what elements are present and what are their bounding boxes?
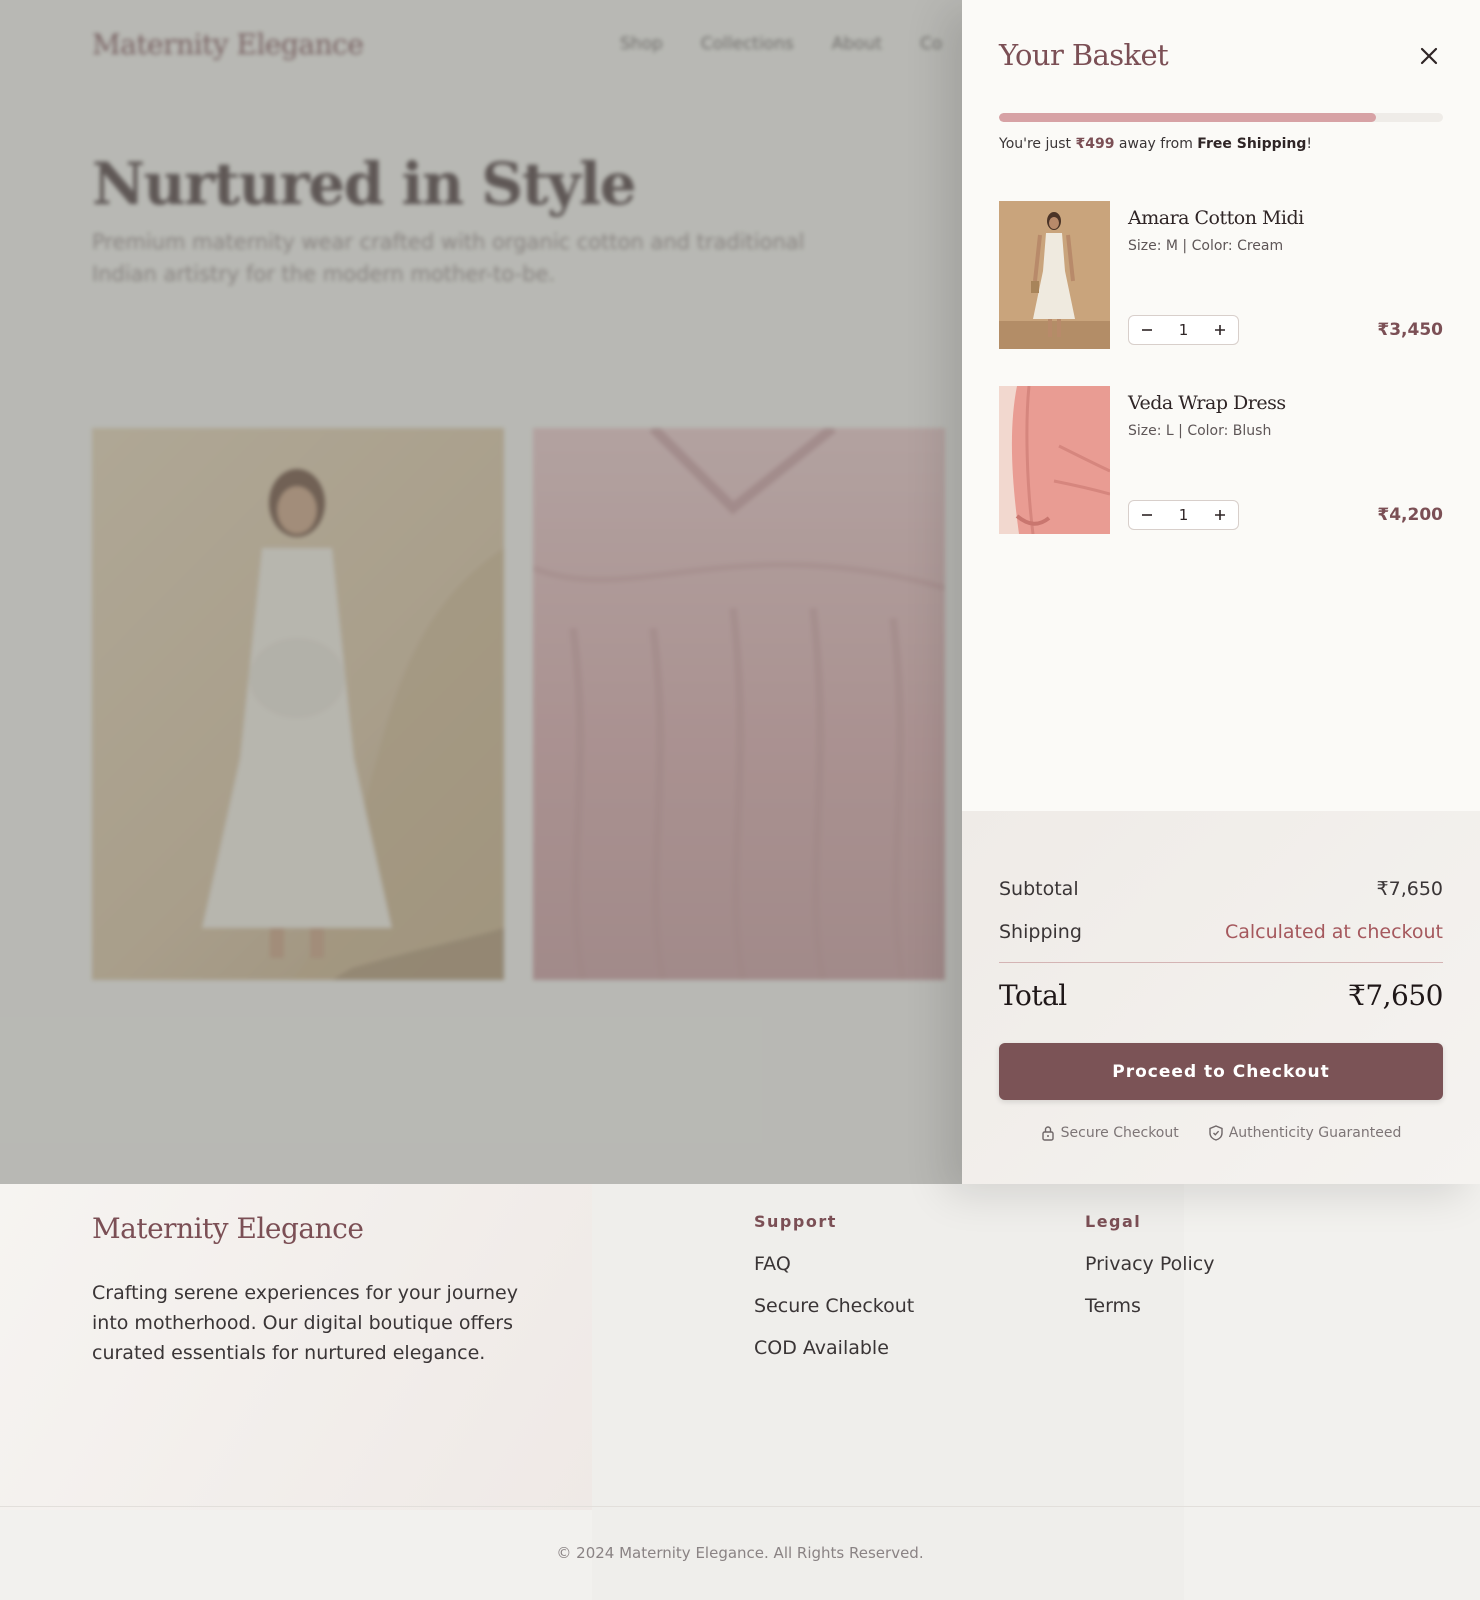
shield-check-icon	[1209, 1125, 1223, 1141]
quantity-value: 1	[1178, 321, 1189, 339]
item-name[interactable]: Amara Cotton Midi	[1128, 207, 1304, 229]
free-shipping-progress	[999, 113, 1443, 122]
subtotal-value: ₹7,650	[1376, 878, 1443, 900]
total-label: Total	[999, 979, 1067, 1012]
footer-link-privacy[interactable]: Privacy Policy	[1085, 1253, 1214, 1275]
total-row: Total ₹7,650	[999, 979, 1443, 1012]
drawer-title: Your Basket	[999, 38, 1169, 72]
shipping-msg-suffix: !	[1306, 136, 1313, 152]
subtotal-row: Subtotal ₹7,650	[999, 878, 1443, 900]
trust-authenticity: Authenticity Guaranteed	[1209, 1125, 1402, 1141]
item-thumbnail[interactable]	[999, 386, 1110, 534]
trust-badges: Secure Checkout Authenticity Guaranteed	[962, 1125, 1480, 1141]
item-thumbnail[interactable]	[999, 201, 1110, 349]
minus-icon[interactable]	[1129, 501, 1165, 529]
footer-support-column: Support FAQ Secure Checkout COD Availabl…	[754, 1212, 914, 1379]
footer-link-terms[interactable]: Terms	[1085, 1295, 1214, 1317]
quantity-stepper: 1	[1128, 500, 1239, 530]
plus-icon[interactable]	[1202, 316, 1238, 344]
footer-link-cod[interactable]: COD Available	[754, 1337, 914, 1359]
shipping-value: Calculated at checkout	[1224, 921, 1443, 943]
basket-item: Veda Wrap Dress Size: L | Color: Blush 1…	[999, 386, 1443, 534]
item-meta: Size: M | Color: Cream	[1128, 238, 1284, 254]
close-icon[interactable]	[1417, 44, 1441, 68]
basket-drawer: Your Basket You're just ₹499 away from F…	[962, 0, 1480, 1184]
footer-support-heading: Support	[754, 1212, 837, 1231]
footer-link-secure-checkout[interactable]: Secure Checkout	[754, 1295, 914, 1317]
footer-divider	[0, 1506, 1480, 1507]
footer-legal-heading: Legal	[1085, 1212, 1142, 1231]
free-shipping-message: You're just ₹499 away from Free Shipping…	[999, 136, 1312, 152]
trust-auth-label: Authenticity Guaranteed	[1228, 1125, 1402, 1141]
item-price: ₹3,450	[1377, 320, 1443, 340]
footer-brand[interactable]: Maternity Elegance	[92, 1212, 364, 1245]
footer-legal-column: Legal Privacy Policy Terms	[1085, 1212, 1214, 1337]
minus-icon[interactable]	[1129, 316, 1165, 344]
trust-secure-label: Secure Checkout	[1060, 1125, 1179, 1141]
footer-description: Crafting serene experiences for your jou…	[92, 1282, 518, 1364]
trust-secure-checkout: Secure Checkout	[1041, 1125, 1179, 1141]
shipping-msg-prefix: You're just	[999, 136, 1076, 152]
proceed-to-checkout-button[interactable]: Proceed to Checkout	[999, 1043, 1443, 1100]
total-value: ₹7,650	[1348, 979, 1443, 1012]
free-shipping-progress-fill	[999, 113, 1377, 122]
item-name[interactable]: Veda Wrap Dress	[1128, 392, 1286, 414]
quantity-value: 1	[1178, 506, 1189, 524]
quantity-stepper: 1	[1128, 315, 1239, 345]
subtotal-label: Subtotal	[999, 878, 1079, 900]
summary-divider	[999, 962, 1443, 963]
order-summary: Subtotal ₹7,650 Shipping Calculated at c…	[962, 811, 1480, 1184]
item-price: ₹4,200	[1377, 505, 1443, 525]
footer-link-faq[interactable]: FAQ	[754, 1253, 914, 1275]
shipping-msg-amount: ₹499	[1075, 136, 1115, 152]
basket-item: Amara Cotton Midi Size: M | Color: Cream…	[999, 201, 1443, 349]
site-footer: Maternity Elegance Crafting serene exper…	[0, 1184, 1480, 1600]
shipping-msg-middle: away from	[1114, 136, 1198, 152]
shipping-row: Shipping Calculated at checkout	[999, 921, 1443, 943]
plus-icon[interactable]	[1202, 501, 1238, 529]
shipping-label: Shipping	[999, 921, 1082, 943]
footer-copyright: © 2024 Maternity Elegance. All Rights Re…	[556, 1544, 924, 1562]
item-meta: Size: L | Color: Blush	[1128, 423, 1272, 439]
shipping-msg-bold: Free Shipping	[1197, 136, 1307, 152]
lock-icon	[1041, 1126, 1054, 1141]
page: Maternity Elegance Shop Collections Abou…	[0, 0, 1480, 1600]
